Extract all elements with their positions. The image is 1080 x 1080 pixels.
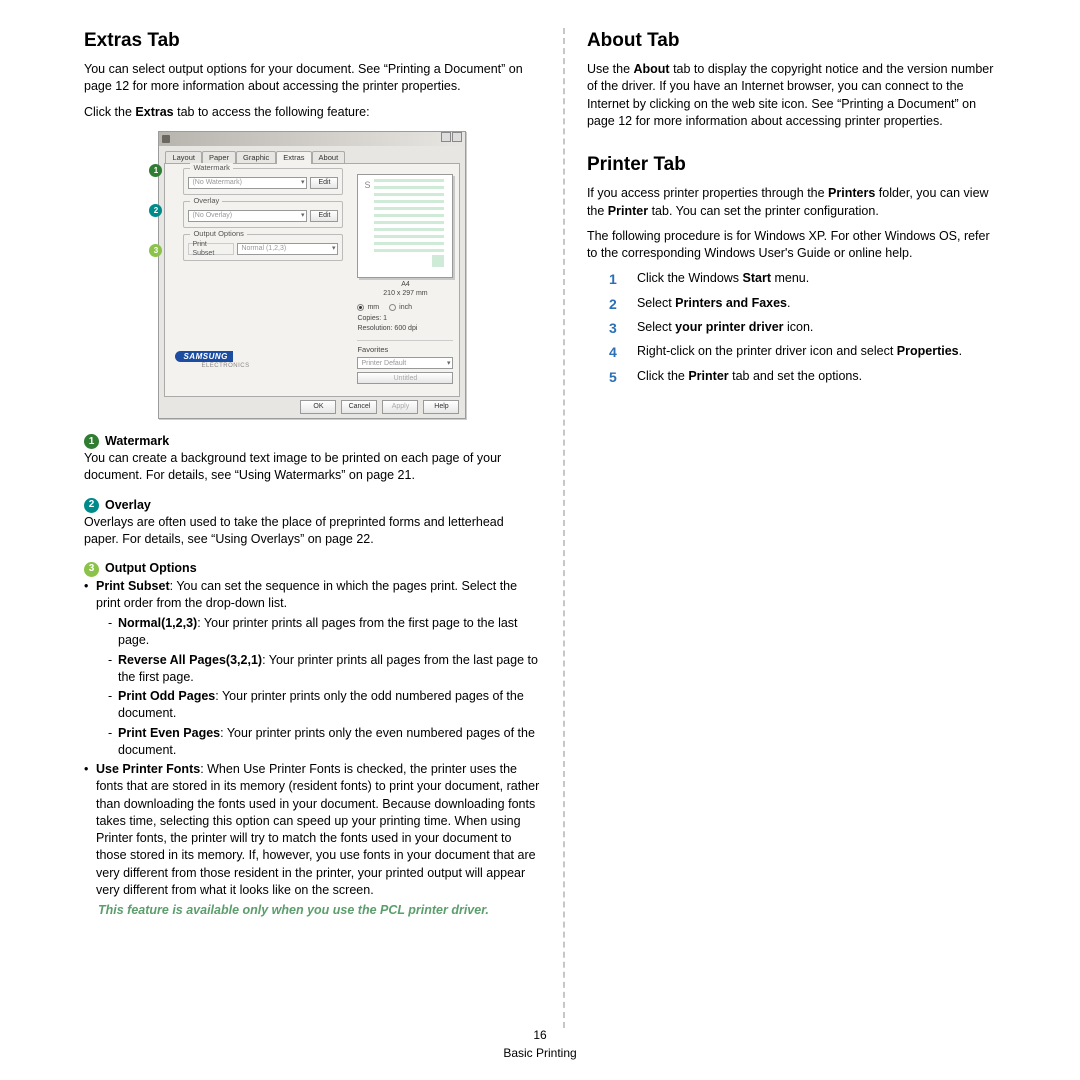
step-3: 3Select your printer driver icon.	[609, 319, 996, 338]
group-watermark: Watermark (No Watermark) Edit	[183, 168, 343, 195]
tab-paper[interactable]: Paper	[202, 151, 236, 164]
extras-intro-2: Click the Extras tab to access the follo…	[84, 104, 541, 121]
group-output-options: Output Options Print Subset Normal (1,2,…	[183, 234, 343, 261]
ok-button[interactable]: OK	[300, 400, 336, 414]
favorites-dropdown[interactable]: Printer Default	[357, 357, 453, 369]
step-2: 2Select Printers and Faxes.	[609, 295, 996, 314]
brand-logo: SAMSUNG ELECTRONICS	[175, 351, 249, 370]
favorites-label: Favorites	[357, 345, 453, 355]
pcl-note: This feature is available only when you …	[84, 902, 541, 919]
heading-extras: Extras Tab	[84, 28, 541, 54]
preview-page: S	[357, 174, 453, 278]
use-printer-fonts-item: Use Printer Fonts: When Use Printer Font…	[84, 761, 541, 899]
callout-3-title: Output Options	[105, 560, 197, 577]
about-text: Use the About tab to display the copyrig…	[587, 61, 996, 130]
right-column: About Tab Use the About tab to display t…	[565, 28, 996, 1028]
favorites-untitled-button[interactable]: Untitled	[357, 372, 453, 384]
opt-odd: Print Odd Pages: Your printer prints onl…	[108, 688, 541, 723]
heading-about: About Tab	[587, 28, 996, 54]
callout-num-1: 1	[84, 434, 99, 449]
step-1: 1Click the Windows Start menu.	[609, 270, 996, 289]
step-4: 4Right-click on the printer driver icon …	[609, 343, 996, 362]
extras-intro: You can select output options for your d…	[84, 61, 541, 96]
tab-graphic[interactable]: Graphic	[236, 151, 276, 164]
print-subset-label: Print Subset	[188, 243, 234, 255]
apply-button[interactable]: Apply	[382, 400, 418, 414]
page-footer: 16 Basic Printing	[0, 1027, 1080, 1062]
overlay-dropdown[interactable]: (No Overlay)	[188, 210, 307, 222]
tab-layout[interactable]: Layout	[165, 151, 202, 164]
copies-info: Copies: 1	[357, 314, 453, 324]
titlebar-icon	[162, 135, 170, 143]
callout-1: 1	[149, 164, 162, 177]
preview-panel: S A4210 x 297 mm mm inch	[357, 174, 453, 384]
heading-printer: Printer Tab	[587, 152, 996, 178]
tab-extras[interactable]: Extras	[276, 151, 311, 164]
opt-normal: Normal(1,2,3): Your printer prints all p…	[108, 615, 541, 650]
step-5: 5Click the Printer tab and set the optio…	[609, 368, 996, 387]
callout-3: 3	[149, 244, 162, 257]
unit-mm-radio[interactable]	[357, 304, 364, 311]
printer-text-2: The following procedure is for Windows X…	[587, 228, 996, 263]
callout-2: 2	[149, 204, 162, 217]
tab-about[interactable]: About	[312, 151, 346, 164]
steps-list: 1Click the Windows Start menu. 2Select P…	[609, 270, 996, 387]
page-number: 16	[0, 1027, 1080, 1044]
print-subset-item: Print Subset: You can set the sequence i…	[84, 578, 541, 613]
left-column: Extras Tab You can select output options…	[84, 28, 563, 1028]
unit-inch-radio[interactable]	[389, 304, 396, 311]
opt-even: Print Even Pages: Your printer prints on…	[108, 725, 541, 760]
callout-num-2: 2	[84, 498, 99, 513]
printer-text-1: If you access printer properties through…	[587, 185, 996, 220]
callout-num-3: 3	[84, 562, 99, 577]
callout-2-title: Overlay	[105, 497, 151, 514]
close-icon[interactable]	[452, 132, 462, 142]
help-titlebar-icon[interactable]	[441, 132, 451, 142]
dialog-screenshot: Layout Paper Graphic Extras About 1 2 3 …	[84, 131, 541, 419]
cancel-button[interactable]: Cancel	[341, 400, 377, 414]
help-button[interactable]: Help	[423, 400, 459, 414]
print-subset-dropdown[interactable]: Normal (1,2,3)	[237, 243, 338, 255]
paper-size-label: A4210 x 297 mm	[357, 281, 453, 298]
section-title: Basic Printing	[0, 1045, 1080, 1062]
watermark-edit-button[interactable]: Edit	[310, 177, 338, 189]
callout-1-title: Watermark	[105, 433, 169, 450]
group-overlay: Overlay (No Overlay) Edit	[183, 201, 343, 228]
callout-1-text: You can create a background text image t…	[84, 450, 541, 485]
dialog-tabs: Layout Paper Graphic Extras About	[159, 146, 465, 163]
opt-reverse: Reverse All Pages(3,2,1): Your printer p…	[108, 652, 541, 687]
overlay-edit-button[interactable]: Edit	[310, 210, 338, 222]
watermark-dropdown[interactable]: (No Watermark)	[188, 177, 307, 189]
resolution-info: Resolution: 600 dpi	[357, 324, 453, 334]
callout-2-text: Overlays are often used to take the plac…	[84, 514, 541, 549]
